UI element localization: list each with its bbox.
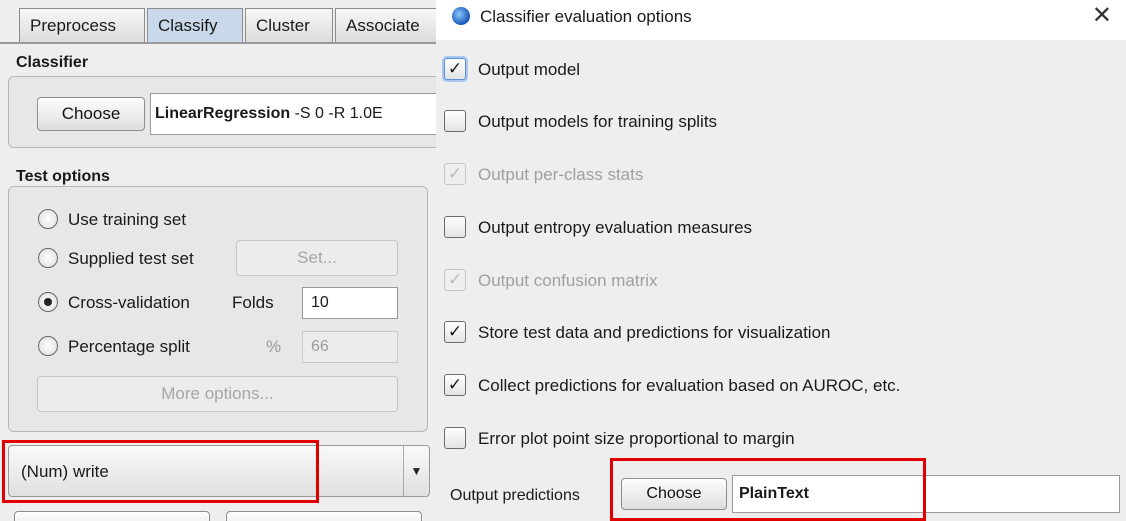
classifier-name: LinearRegression [155, 105, 291, 122]
radio-label: Cross-validation [68, 293, 190, 312]
option-collect-predictions-auroc[interactable]: ✓ Collect predictions for evaluation base… [444, 372, 900, 400]
percentage-input[interactable]: 66 [302, 331, 398, 363]
option-output-model[interactable]: ✓ Output model [444, 56, 580, 84]
more-options-button[interactable]: More options... [37, 376, 398, 412]
folds-input[interactable]: 10 [302, 287, 398, 319]
output-predictions-label: Output predictions [450, 487, 580, 504]
option-output-models-training-splits[interactable]: Output models for training splits [444, 108, 717, 136]
dropdown-arrow-icon[interactable]: ▼ [403, 446, 429, 496]
annotation-highlight-class-attribute [2, 440, 319, 503]
checkbox-checked-disabled: ✓ [444, 268, 466, 291]
folds-label: Folds [232, 293, 274, 312]
tab-associate[interactable]: Associate [335, 8, 436, 42]
tab-bar: Preprocess Classify Cluster Associate [0, 0, 436, 42]
radio-supplied-test-set[interactable]: Supplied test set [38, 246, 194, 272]
option-output-confusion-matrix: ✓ Output confusion matrix [444, 267, 658, 295]
checkbox[interactable] [444, 215, 466, 238]
option-output-per-class-stats: ✓ Output per-class stats [444, 161, 643, 189]
checkbox[interactable] [444, 426, 466, 449]
option-output-entropy-measures[interactable]: Output entropy evaluation measures [444, 214, 752, 242]
tab-classify[interactable]: Classify [147, 8, 243, 42]
option-error-plot-point-size[interactable]: Error plot point size proportional to ma… [444, 425, 795, 453]
radio-label: Supplied test set [68, 249, 194, 268]
checkbox[interactable] [444, 109, 466, 132]
option-label: Output entropy evaluation measures [478, 218, 753, 237]
tab-divider [0, 42, 436, 44]
option-label: Store test data and predictions for visu… [478, 323, 831, 342]
option-label: Output confusion matrix [478, 271, 658, 290]
dialog-title: Classifier evaluation options [480, 7, 692, 26]
radio-percentage-split[interactable]: Percentage split [38, 334, 190, 360]
stop-button[interactable] [226, 511, 422, 521]
radio-use-training-set[interactable]: Use training set [38, 207, 186, 233]
tab-preprocess[interactable]: Preprocess [19, 8, 145, 42]
radio-label: Use training set [68, 210, 187, 229]
test-options-title: Test options [16, 168, 110, 185]
radio-label: Percentage split [68, 337, 190, 356]
classifier-field[interactable]: LinearRegression -S 0 -R 1.0E [150, 93, 436, 135]
radio-button[interactable] [38, 335, 58, 356]
close-icon[interactable]: ✕ [1092, 2, 1112, 30]
weka-explorer-panel: Preprocess Classify Cluster Associate Cl… [0, 0, 436, 521]
option-label: Output per-class stats [478, 165, 644, 184]
radio-button[interactable] [38, 247, 58, 268]
radio-cross-validation[interactable]: Cross-validation [38, 290, 190, 316]
checkbox-checked-disabled: ✓ [444, 162, 466, 185]
weka-bird-icon [452, 7, 470, 25]
option-label: Output models for training splits [478, 112, 718, 131]
option-label: Collect predictions for evaluation based… [478, 376, 901, 395]
option-label: Output model [478, 60, 581, 79]
option-label: Error plot point size proportional to ma… [478, 429, 795, 448]
checkbox-checked[interactable]: ✓ [444, 57, 466, 80]
option-store-test-data[interactable]: ✓ Store test data and predictions for vis… [444, 319, 830, 347]
evaluation-options-dialog: Classifier evaluation options ✕ ✓ Output … [436, 0, 1126, 521]
choose-classifier-button[interactable]: Choose [37, 97, 145, 131]
annotation-highlight-output-predictions [610, 458, 926, 521]
percent-label: % [266, 337, 282, 356]
checkbox-checked[interactable]: ✓ [444, 373, 466, 396]
tab-cluster[interactable]: Cluster [245, 8, 333, 42]
start-button[interactable] [14, 511, 210, 521]
classifier-section-title: Classifier [16, 54, 89, 71]
checkbox-checked[interactable]: ✓ [444, 320, 466, 343]
classifier-options: -S 0 -R 1.0E [290, 105, 383, 122]
radio-button-selected[interactable] [38, 291, 58, 312]
radio-button[interactable] [38, 208, 58, 229]
set-test-set-button[interactable]: Set... [236, 240, 398, 276]
